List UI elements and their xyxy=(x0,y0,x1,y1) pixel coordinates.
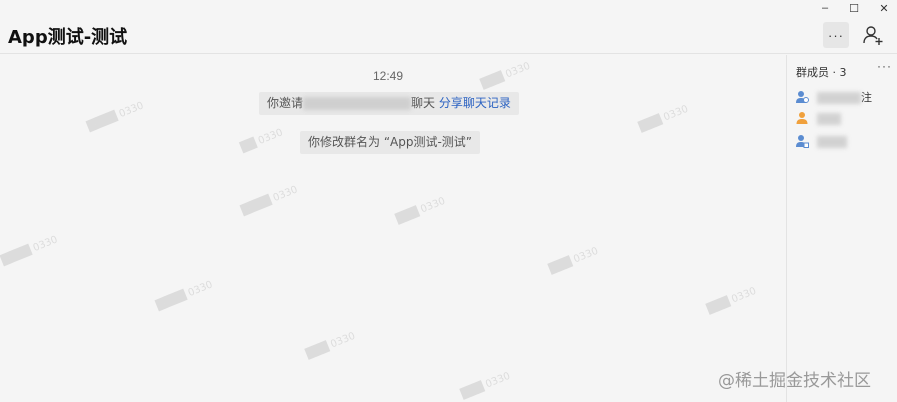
chat-title: App测试-测试 xyxy=(8,27,128,48)
close-button[interactable]: ✕ xyxy=(871,0,897,16)
site-watermark: @稀土掘金技术社区 xyxy=(718,371,871,391)
watermark: ███ 0330 xyxy=(459,370,512,401)
system-message-rename: 你修改群名为 “App测试-测试” xyxy=(300,131,481,154)
watermark: ███ 0330 xyxy=(637,103,690,134)
minimize-button[interactable]: – xyxy=(812,0,838,16)
member-user-icon xyxy=(796,135,809,148)
redacted-name xyxy=(817,92,861,104)
add-user-icon xyxy=(863,26,883,45)
group-members-panel: 群成员 · 3 ··· 注 xyxy=(786,55,897,402)
close-icon: ✕ xyxy=(879,2,889,15)
watermark: ███ 0330 xyxy=(394,195,447,226)
watermark: ███ 0330 xyxy=(547,245,600,276)
chat-header: App测试-测试 ··· xyxy=(0,16,897,54)
watermark: ████ 0330 xyxy=(240,184,300,217)
maximize-button[interactable]: ☐ xyxy=(841,0,867,16)
more-icon: ··· xyxy=(828,27,844,43)
watermark: ██ 0330 xyxy=(239,127,285,154)
member-user-icon xyxy=(796,112,808,124)
watermark: ███ 0330 xyxy=(304,330,357,361)
member-name-suffix: 注 xyxy=(861,91,872,104)
watermark: ███ 0330 xyxy=(705,285,758,316)
maximize-icon: ☐ xyxy=(849,2,859,15)
member-item[interactable] xyxy=(795,131,895,151)
redacted-name xyxy=(817,112,841,125)
redacted-name xyxy=(817,135,847,148)
watermark: ████ 0330 xyxy=(86,100,146,133)
watermark: ████ 0330 xyxy=(155,279,215,312)
invite-prefix: 你邀请 xyxy=(267,96,304,110)
members-more-button[interactable]: ··· xyxy=(877,59,892,73)
share-chat-history-link[interactable]: 分享聊天记录 xyxy=(439,96,511,110)
member-admin-icon xyxy=(796,91,809,103)
message-timestamp: 12:49 xyxy=(372,69,404,83)
invite-suffix: 聊天 xyxy=(411,96,436,110)
redacted-names xyxy=(303,97,412,110)
member-item[interactable]: 注 xyxy=(795,87,895,107)
window-titlebar: – ☐ ✕ xyxy=(0,0,897,16)
chat-message-area[interactable]: 12:49 你邀请 聊天 分享聊天记录 你修改群名为 “App测试-测试” ███… xyxy=(0,55,786,402)
system-message-invite: 你邀请 聊天 分享聊天记录 xyxy=(259,92,519,115)
watermark: ████ 0330 xyxy=(0,234,60,267)
members-title: 群成员 · 3 xyxy=(796,66,847,79)
add-member-button[interactable] xyxy=(860,22,886,48)
minimize-icon: – xyxy=(821,2,829,14)
more-options-button[interactable]: ··· xyxy=(823,22,849,48)
member-item[interactable] xyxy=(795,108,895,128)
